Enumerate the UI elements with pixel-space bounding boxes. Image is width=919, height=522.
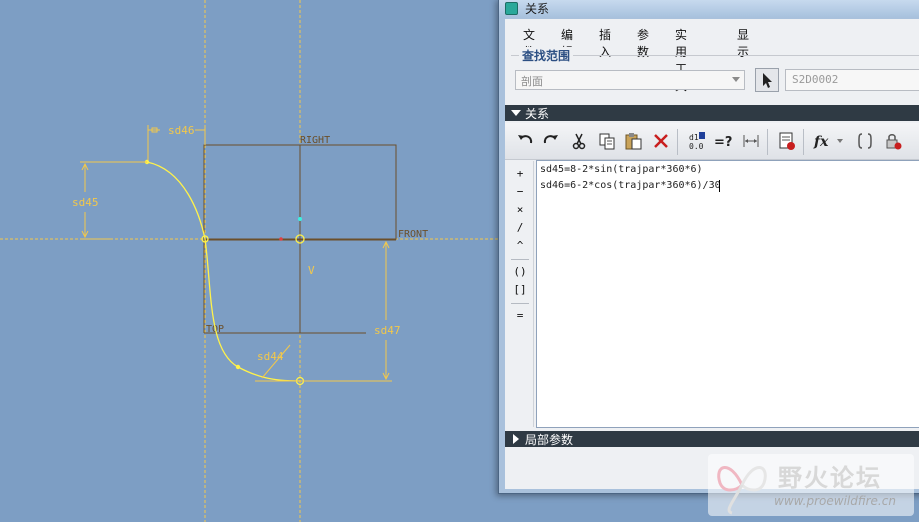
paste-button[interactable]: [621, 129, 645, 153]
delete-icon: [654, 134, 668, 148]
verify-button[interactable]: =?: [711, 129, 735, 153]
dimension-sd46[interactable]: sd46: [168, 124, 195, 137]
undo-button[interactable]: [513, 129, 537, 153]
watermark-url: www.proewildfire.cn: [774, 494, 896, 508]
lock-button[interactable]: [881, 129, 905, 153]
butterfly-logo-icon: [717, 466, 767, 515]
svg-text:0.0: 0.0: [689, 142, 704, 151]
relations-section-header[interactable]: 关系: [505, 105, 919, 121]
operator-separator: [511, 259, 529, 260]
evaluate-button[interactable]: d1 0.0: [685, 129, 709, 153]
operator-parentheses-button[interactable]: (): [509, 265, 531, 281]
relations-toolbar: d1 0.0 =? fx: [505, 123, 919, 160]
relation-line[interactable]: sd46=6-2*cos(trajpar*360*6)/30: [540, 180, 721, 191]
dimension-display-button[interactable]: [739, 129, 763, 153]
trajectory-curve[interactable]: [146, 161, 301, 382]
dimension-sd44[interactable]: sd44: [257, 350, 284, 363]
watermark-title: 野火论坛: [778, 464, 882, 492]
relations-section-title: 关系: [525, 107, 550, 121]
dialog-title: 关系: [525, 2, 550, 16]
local-parameters-section-header[interactable]: 局部参数: [505, 431, 919, 447]
lock-icon: [886, 134, 902, 150]
relation-line[interactable]: sd45=8-2*sin(trajpar*360*6): [540, 164, 703, 175]
operator-equals-button[interactable]: =: [509, 309, 531, 325]
svg-text:fx: fx: [813, 134, 829, 150]
redo-icon: [543, 135, 558, 144]
relations-dialog: 关系 文件 编辑 插入 参数 实用工具 显示 查找范围 剖面 S2D0002: [498, 0, 919, 494]
cursor-arrow-icon: [763, 73, 772, 88]
evaluate-icon: d10.0: [689, 132, 705, 151]
cut-icon: [572, 133, 586, 150]
brackets-icon: [858, 133, 872, 149]
dimension-icon: [743, 135, 759, 147]
part-name-value: S2D0002: [792, 73, 839, 86]
relations-editor[interactable]: sd45=8-2*sin(trajpar*360*6) sd46=6-2*cos…: [536, 160, 919, 428]
part-name-field[interactable]: S2D0002: [785, 69, 919, 91]
cyan-marker: [298, 217, 302, 221]
curve-mid-point[interactable]: [235, 364, 241, 370]
look-in-select[interactable]: 剖面: [515, 70, 745, 90]
look-in-group: 查找范围 剖面 S2D0002: [511, 47, 919, 106]
app-icon: [505, 2, 518, 15]
text-caret: [719, 180, 720, 192]
dimension-sd45[interactable]: sd45: [72, 196, 99, 209]
dimension-sd47[interactable]: sd47: [374, 324, 401, 337]
plane-label-right: RIGHT: [300, 135, 330, 146]
expand-triangle-icon: [511, 110, 521, 116]
look-in-select-value: 剖面: [521, 75, 543, 88]
operator-power-button[interactable]: ^: [509, 239, 531, 255]
brackets-button[interactable]: [853, 129, 877, 153]
sort-relations-button[interactable]: [775, 129, 799, 153]
operator-separator: [511, 303, 529, 304]
copy-button[interactable]: [595, 129, 619, 153]
operator-palette: + − × / ^ () [] =: [507, 161, 534, 427]
look-in-title: 查找范围: [519, 47, 574, 64]
vertical-constraint-label: V: [308, 264, 315, 277]
dialog-client-area: 文件 编辑 插入 参数 实用工具 显示 查找范围 剖面 S2D0002: [505, 19, 919, 489]
svg-text:=?: =?: [714, 135, 732, 150]
paste-icon: [625, 133, 642, 150]
operator-multiply-button[interactable]: ×: [509, 203, 531, 219]
operator-plus-button[interactable]: +: [509, 167, 531, 183]
toolbar-separator: [803, 129, 804, 155]
local-parameters-title: 局部参数: [525, 433, 574, 447]
operator-divide-button[interactable]: /: [509, 221, 531, 237]
toolbar-separator: [767, 129, 768, 155]
undo-icon: [518, 135, 533, 144]
delete-button[interactable]: [649, 129, 673, 153]
plane-label-front: FRONT: [398, 229, 428, 240]
function-dropdown[interactable]: fx: [811, 129, 847, 153]
sort-icon: [779, 132, 795, 150]
chevron-down-icon: [732, 77, 740, 82]
copy-icon: [599, 133, 615, 150]
toolbar-separator: [677, 129, 678, 155]
verify-icon: =?: [714, 135, 732, 150]
operator-minus-button[interactable]: −: [509, 185, 531, 201]
forum-watermark: 野火论坛 www.proewildfire.cn: [708, 454, 914, 516]
cut-button[interactable]: [567, 129, 591, 153]
operator-brackets-button[interactable]: []: [509, 283, 531, 299]
red-marker: [279, 237, 283, 241]
redo-button[interactable]: [539, 129, 563, 153]
function-icon: fx: [813, 134, 843, 150]
select-object-button[interactable]: [755, 68, 779, 92]
dialog-titlebar[interactable]: 关系: [499, 0, 919, 17]
collapse-triangle-icon: [513, 434, 519, 444]
svg-text:d1: d1: [689, 133, 699, 142]
